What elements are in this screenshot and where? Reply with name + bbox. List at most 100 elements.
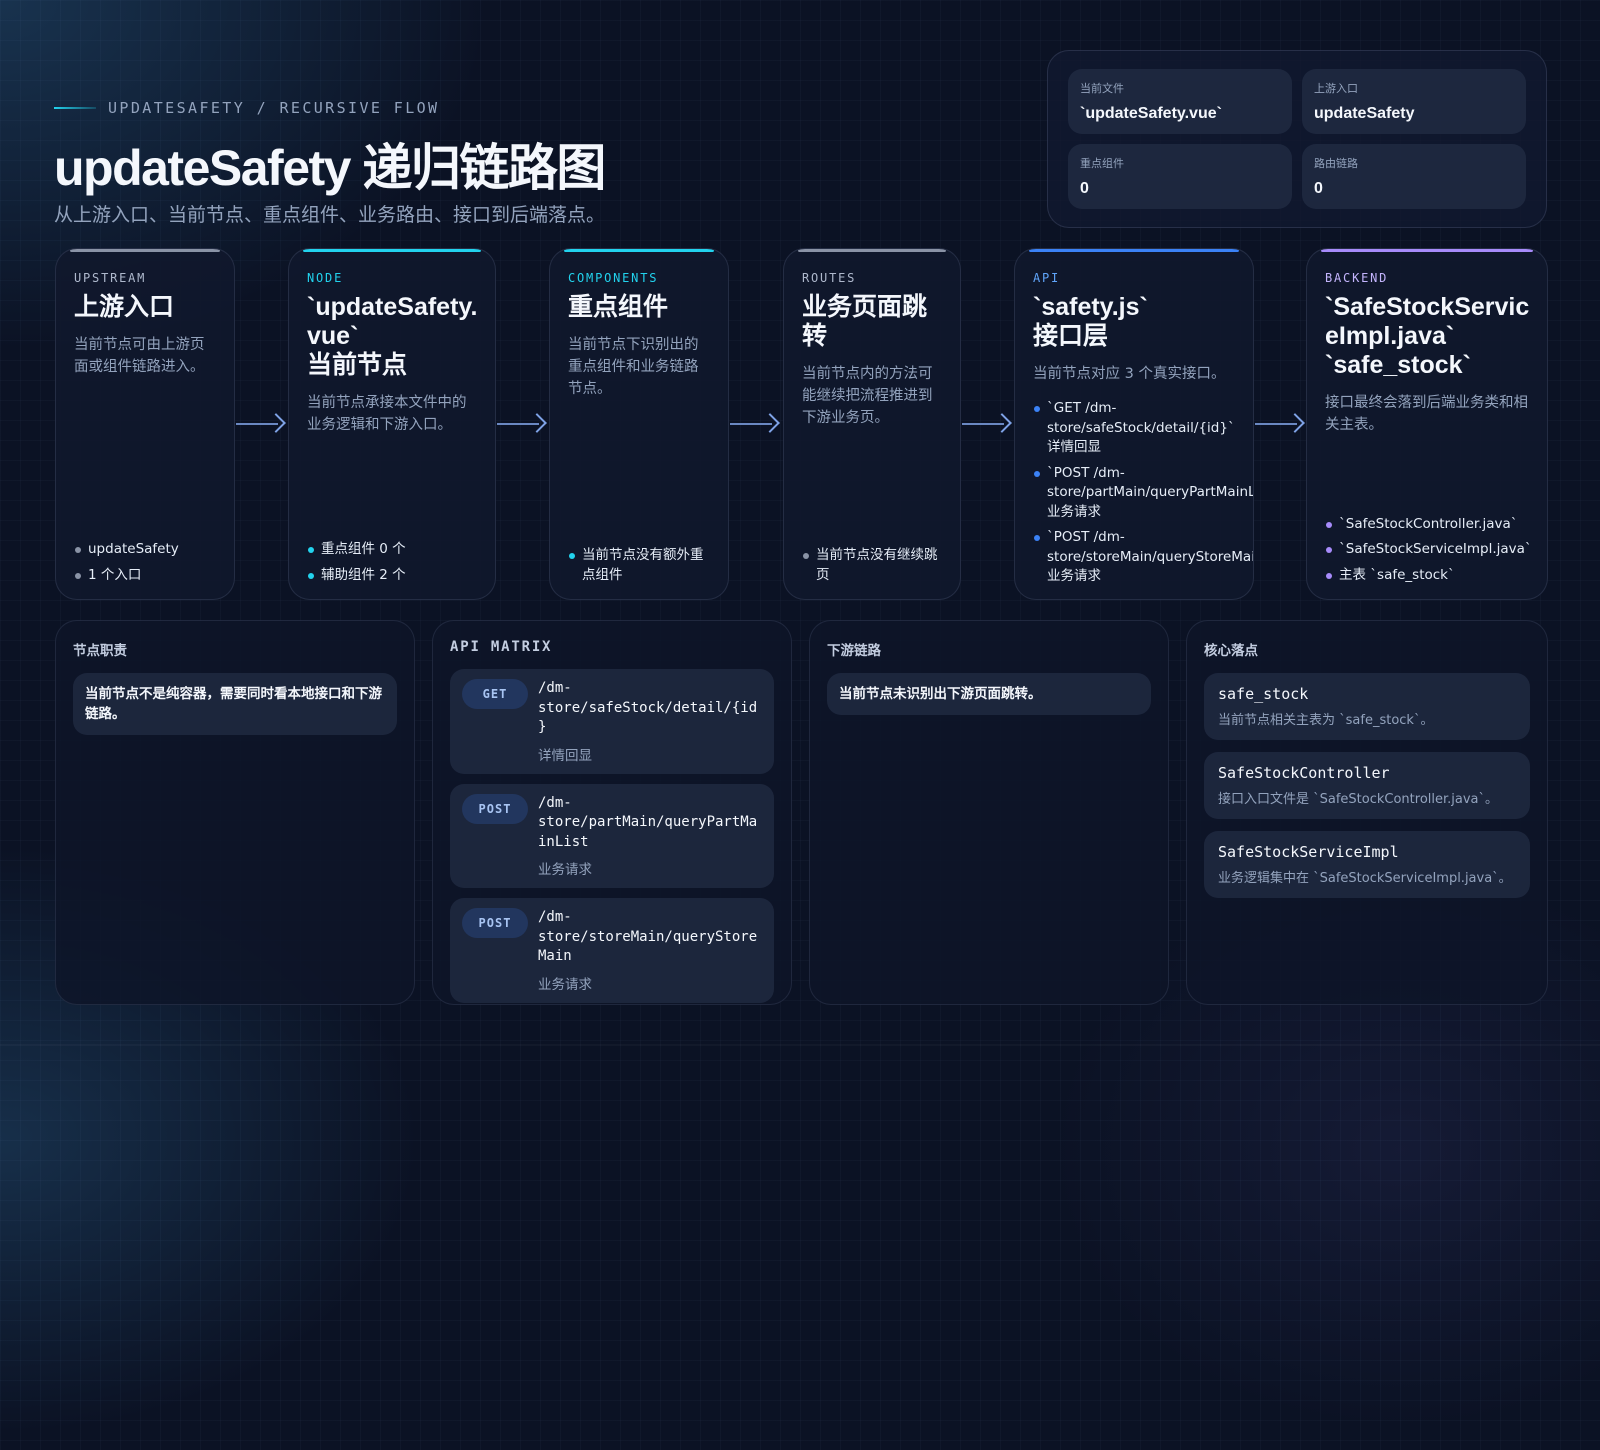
stat-label: 上游入口 — [1314, 82, 1358, 95]
card-description: 当前节点承接本文件中的业务逻辑和下游入口。 — [307, 395, 467, 433]
eyebrow-line — [54, 107, 96, 109]
eyebrow: UPDATESAFETY / RECURSIVE FLOW — [54, 99, 440, 117]
flow-card-backend: BACKEND `SafeStockServic eImpl.java` `sa… — [1306, 248, 1548, 600]
downstream-note: 当前节点未识别出下游页面跳转。 — [827, 673, 1151, 715]
api-info: /dm- store/storeMain/queryStore Main 业务请… — [538, 908, 757, 993]
card-title: `SafeStockServic eImpl.java` `safe_stock… — [1325, 293, 1530, 379]
stat-key-components: 重点组件 0 — [1068, 144, 1292, 209]
core-item-description: 接口入口文件是 `SafeStockController.java`。 — [1218, 792, 1499, 807]
duty-note: 当前节点不是纯容器，需要同时看本地接口和下游链路。 — [73, 673, 397, 735]
flow-arrow — [1255, 413, 1305, 435]
stats-panel: 当前文件 `updateSafety.vue` 上游入口 updateSafet… — [1047, 50, 1547, 228]
flow-arrow — [236, 413, 286, 435]
list-item: 1 个入口 — [74, 566, 222, 586]
api-item: POST /dm- store/storeMain/queryStore Mai… — [450, 898, 774, 1003]
api-description: 业务请求 — [538, 862, 592, 878]
stat-current-file: 当前文件 `updateSafety.vue` — [1068, 69, 1292, 134]
panel-title: API MATRIX — [450, 639, 553, 655]
api-description: 详情回显 — [538, 747, 592, 764]
eyebrow-text: UPDATESAFETY / RECURSIVE FLOW — [108, 99, 440, 117]
card-list: updateSafety 1 个入口 — [74, 534, 222, 585]
api-info: /dm- store/safeStock/detail/{id } 详情回显 — [538, 679, 757, 764]
panel-title: 节点职责 — [73, 643, 127, 659]
flow-card-components: COMPONENTS 重点组件 当前节点下识别出的重点组件和业务链路节点。 当前… — [549, 248, 729, 600]
list-item: updateSafety — [74, 540, 222, 560]
stat-value: 0 — [1314, 180, 1323, 197]
panel-node-duty: 节点职责 当前节点不是纯容器，需要同时看本地接口和下游链路。 — [55, 620, 415, 1005]
method-badge: GET — [462, 679, 528, 709]
flow-arrow — [962, 413, 1012, 435]
card-tag: ROUTES — [802, 271, 857, 285]
card-title: `safety.js` 接口层 — [1033, 293, 1148, 350]
panel-title: 核心落点 — [1204, 643, 1258, 659]
flow-card-api: API `safety.js` 接口层 当前节点对应 3 个真实接口。 `GET… — [1014, 248, 1254, 600]
flow-card-upstream: UPSTREAM 上游入口 当前节点可由上游页面或组件链路进入。 updateS… — [55, 248, 235, 600]
list-item: `SafeStockController.java` — [1325, 515, 1535, 535]
recursive-flow-page: UPDATESAFETY / RECURSIVE FLOW updateSafe… — [0, 0, 1600, 1450]
page-subtitle: 从上游入口、当前节点、重点组件、业务路由、接口到后端落点。 — [54, 204, 606, 226]
api-item: GET /dm- store/safeStock/detail/{id } 详情… — [450, 669, 774, 774]
card-tag: COMPONENTS — [568, 271, 659, 285]
stat-label: 重点组件 — [1080, 157, 1124, 170]
api-item: POST /dm- store/partMain/queryPartMa inL… — [450, 783, 774, 888]
stat-upstream-entry: 上游入口 updateSafety — [1302, 69, 1526, 134]
flow-card-routes: ROUTES 业务页面跳 转 当前节点内的方法可能继续把流程推进到下游业务页。 … — [783, 248, 961, 600]
card-tag: NODE — [307, 271, 344, 285]
method-badge: POST — [462, 908, 528, 938]
stat-label: 当前文件 — [1080, 82, 1124, 95]
card-description: 当前节点内的方法可能继续把流程推进到下游业务页。 — [802, 366, 933, 426]
flow-card-node: NODE `updateSafety. vue` 当前节点 当前节点承接本文件中… — [288, 248, 496, 600]
card-list: `SafeStockController.java` `SafeStockSer… — [1325, 509, 1535, 586]
card-title: 重点组件 — [568, 293, 669, 321]
core-item: SafeStockServiceImpl 业务逻辑集中在 `SafeStockS… — [1204, 831, 1530, 898]
flow-arrow — [497, 413, 547, 435]
method-badge: POST — [462, 793, 528, 824]
core-item-description: 业务逻辑集中在 `SafeStockServiceImpl.java`。 — [1218, 871, 1512, 886]
core-item-name: SafeStockServiceImpl — [1218, 843, 1399, 861]
card-description: 当前节点可由上游页面或组件链路进入。 — [74, 337, 205, 375]
stat-value: 0 — [1080, 180, 1089, 197]
panel-title: 下游链路 — [827, 643, 881, 659]
card-description: 当前节点下识别出的重点组件和业务链路节点。 — [568, 337, 699, 397]
card-list: 重点组件 0 个 辅助组件 2 个 — [307, 534, 483, 585]
list-item: 重点组件 0 个 — [307, 540, 483, 560]
list-item: `POST /dm-store/storeMain/queryStoreMain… — [1033, 528, 1253, 587]
arrow-head — [266, 413, 286, 433]
card-tag: BACKEND — [1325, 271, 1389, 285]
api-path: /dm- store/partMain/queryPartMa inList — [538, 794, 758, 850]
api-description: 业务请求 — [538, 976, 592, 993]
arrow-head — [760, 413, 780, 433]
stat-route-links: 路由链路 0 — [1302, 144, 1526, 209]
core-item-name: SafeStockController — [1218, 764, 1390, 782]
stat-label: 路由链路 — [1314, 157, 1358, 170]
list-item: `POST /dm-store/partMain/queryPartMainLi… — [1033, 464, 1253, 523]
page-title: updateSafety 递归链路图 — [54, 140, 606, 196]
stat-value: `updateSafety.vue` — [1080, 105, 1222, 122]
api-path: /dm- store/storeMain/queryStore Main — [538, 909, 758, 964]
card-description: 当前节点对应 3 个真实接口。 — [1033, 366, 1226, 382]
card-title: 上游入口 — [74, 293, 175, 321]
list-item: `GET /dm-store/safeStock/detail/{id}` 详情… — [1033, 399, 1235, 458]
card-description: 接口最终会落到后端业务类和相关主表。 — [1325, 395, 1528, 433]
flow-arrow — [730, 413, 780, 435]
api-path: /dm- store/safeStock/detail/{id } — [538, 680, 758, 735]
panel-api-matrix: API MATRIX GET /dm- store/safeStock/deta… — [432, 620, 792, 1005]
card-list: 当前节点没有额外重点组件 — [568, 540, 716, 585]
card-list: `GET /dm-store/safeStock/detail/{id}` 详情… — [1033, 399, 1253, 587]
card-tag: API — [1033, 271, 1061, 285]
core-item-description: 当前节点相关主表为 `safe_stock`。 — [1218, 713, 1434, 728]
arrow-head — [527, 413, 547, 433]
list-item: 当前节点没有额外重点组件 — [568, 546, 716, 585]
list-item: 主表 `safe_stock` — [1325, 566, 1535, 586]
panel-downstream: 下游链路 当前节点未识别出下游页面跳转。 — [809, 620, 1169, 1005]
core-item: safe_stock 当前节点相关主表为 `safe_stock`。 — [1204, 673, 1530, 740]
card-tag: UPSTREAM — [74, 271, 147, 285]
card-title: 业务页面跳 转 — [802, 293, 928, 350]
panel-core-landing: 核心落点 safe_stock 当前节点相关主表为 `safe_stock`。 … — [1186, 620, 1548, 1005]
api-info: /dm- store/partMain/queryPartMa inList 业… — [538, 794, 757, 879]
core-item-name: safe_stock — [1218, 685, 1309, 703]
card-list: 当前节点没有继续跳页 — [802, 540, 948, 585]
list-item: 辅助组件 2 个 — [307, 566, 483, 586]
list-item: `SafeStockServiceImpl.java` — [1325, 540, 1535, 560]
card-title: `updateSafety. vue` 当前节点 — [307, 293, 478, 379]
